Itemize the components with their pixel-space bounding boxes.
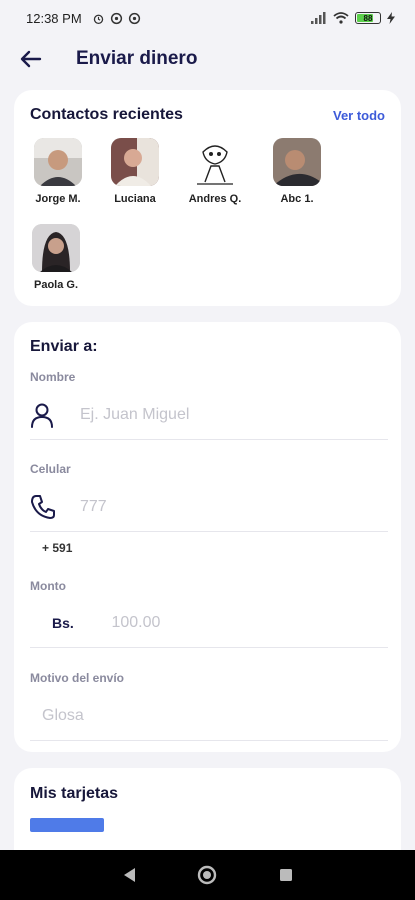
wifi-icon	[333, 12, 349, 24]
page-title: Enviar dinero	[76, 48, 198, 69]
avatar	[111, 138, 159, 186]
nav-recents-button[interactable]	[271, 860, 301, 890]
notification-icon	[110, 12, 122, 24]
arrow-left-icon	[20, 50, 42, 68]
contact-jorge[interactable]: Jorge M.	[18, 138, 98, 205]
phone-input[interactable]	[80, 497, 360, 516]
battery-icon: 88	[355, 12, 381, 24]
contact-name: Paola G.	[33, 279, 79, 291]
avatar	[34, 138, 82, 186]
my-cards-title: Mis tarjetas	[30, 785, 119, 802]
notification-icon-2	[128, 12, 140, 24]
send-to-title: Enviar a:	[30, 338, 98, 355]
avatar	[273, 138, 321, 186]
name-label: Nombre	[30, 370, 76, 384]
person-icon	[30, 402, 64, 428]
amount-field-row: Bs.	[30, 598, 388, 648]
triangle-back-icon	[124, 868, 136, 882]
my-cards-card: Mis tarjetas	[14, 768, 401, 852]
alarm-icon	[93, 14, 103, 24]
name-input[interactable]	[80, 405, 360, 424]
contact-abc[interactable]: Abc 1.	[257, 138, 337, 205]
contact-andres[interactable]: Andres Q.	[175, 138, 255, 205]
battery-level: 88	[363, 13, 373, 23]
memo-label: Motivo del envío	[30, 671, 125, 685]
back-button[interactable]	[18, 46, 44, 72]
signal-icon	[311, 12, 326, 24]
status-time: 12:38 PM	[26, 10, 82, 26]
see-all-link[interactable]: Ver todo	[333, 108, 385, 123]
contact-name: Abc 1.	[280, 193, 314, 205]
contact-luciana[interactable]: Luciana	[95, 138, 175, 205]
charging-icon	[387, 12, 395, 24]
memo-field-row	[30, 691, 388, 741]
contact-paola[interactable]: Paola G.	[16, 224, 96, 291]
send-form-card: Enviar a: Nombre Celular + 591 Monto Bs.…	[14, 322, 401, 752]
square-recents-icon	[279, 869, 292, 881]
memo-input[interactable]	[42, 706, 322, 725]
contact-name: Jorge M.	[35, 193, 81, 205]
avatar	[32, 224, 80, 272]
app-header: Enviar dinero	[0, 36, 415, 82]
phone-icon	[30, 494, 64, 520]
phone-field-row	[30, 482, 388, 532]
currency-label: Bs.	[52, 614, 74, 631]
amount-input[interactable]	[111, 613, 388, 632]
system-nav-bar	[0, 850, 415, 900]
amount-label: Monto	[30, 579, 66, 593]
nav-back-button[interactable]	[114, 860, 144, 890]
avatar	[191, 138, 239, 186]
recent-contacts-title: Contactos recientes	[30, 106, 183, 123]
recent-contacts-card: Contactos recientes Ver todo Jorge M. Lu…	[14, 90, 401, 306]
status-bar: 12:38 PM 88	[0, 0, 415, 36]
circle-home-icon	[198, 865, 217, 885]
card-preview[interactable]	[30, 818, 104, 832]
phone-label: Celular	[30, 462, 71, 476]
contact-name: Luciana	[114, 193, 156, 205]
country-code[interactable]: + 591	[42, 541, 72, 555]
contact-name: Andres Q.	[188, 193, 242, 205]
nav-home-button[interactable]	[192, 860, 222, 890]
name-field-row	[30, 390, 388, 440]
